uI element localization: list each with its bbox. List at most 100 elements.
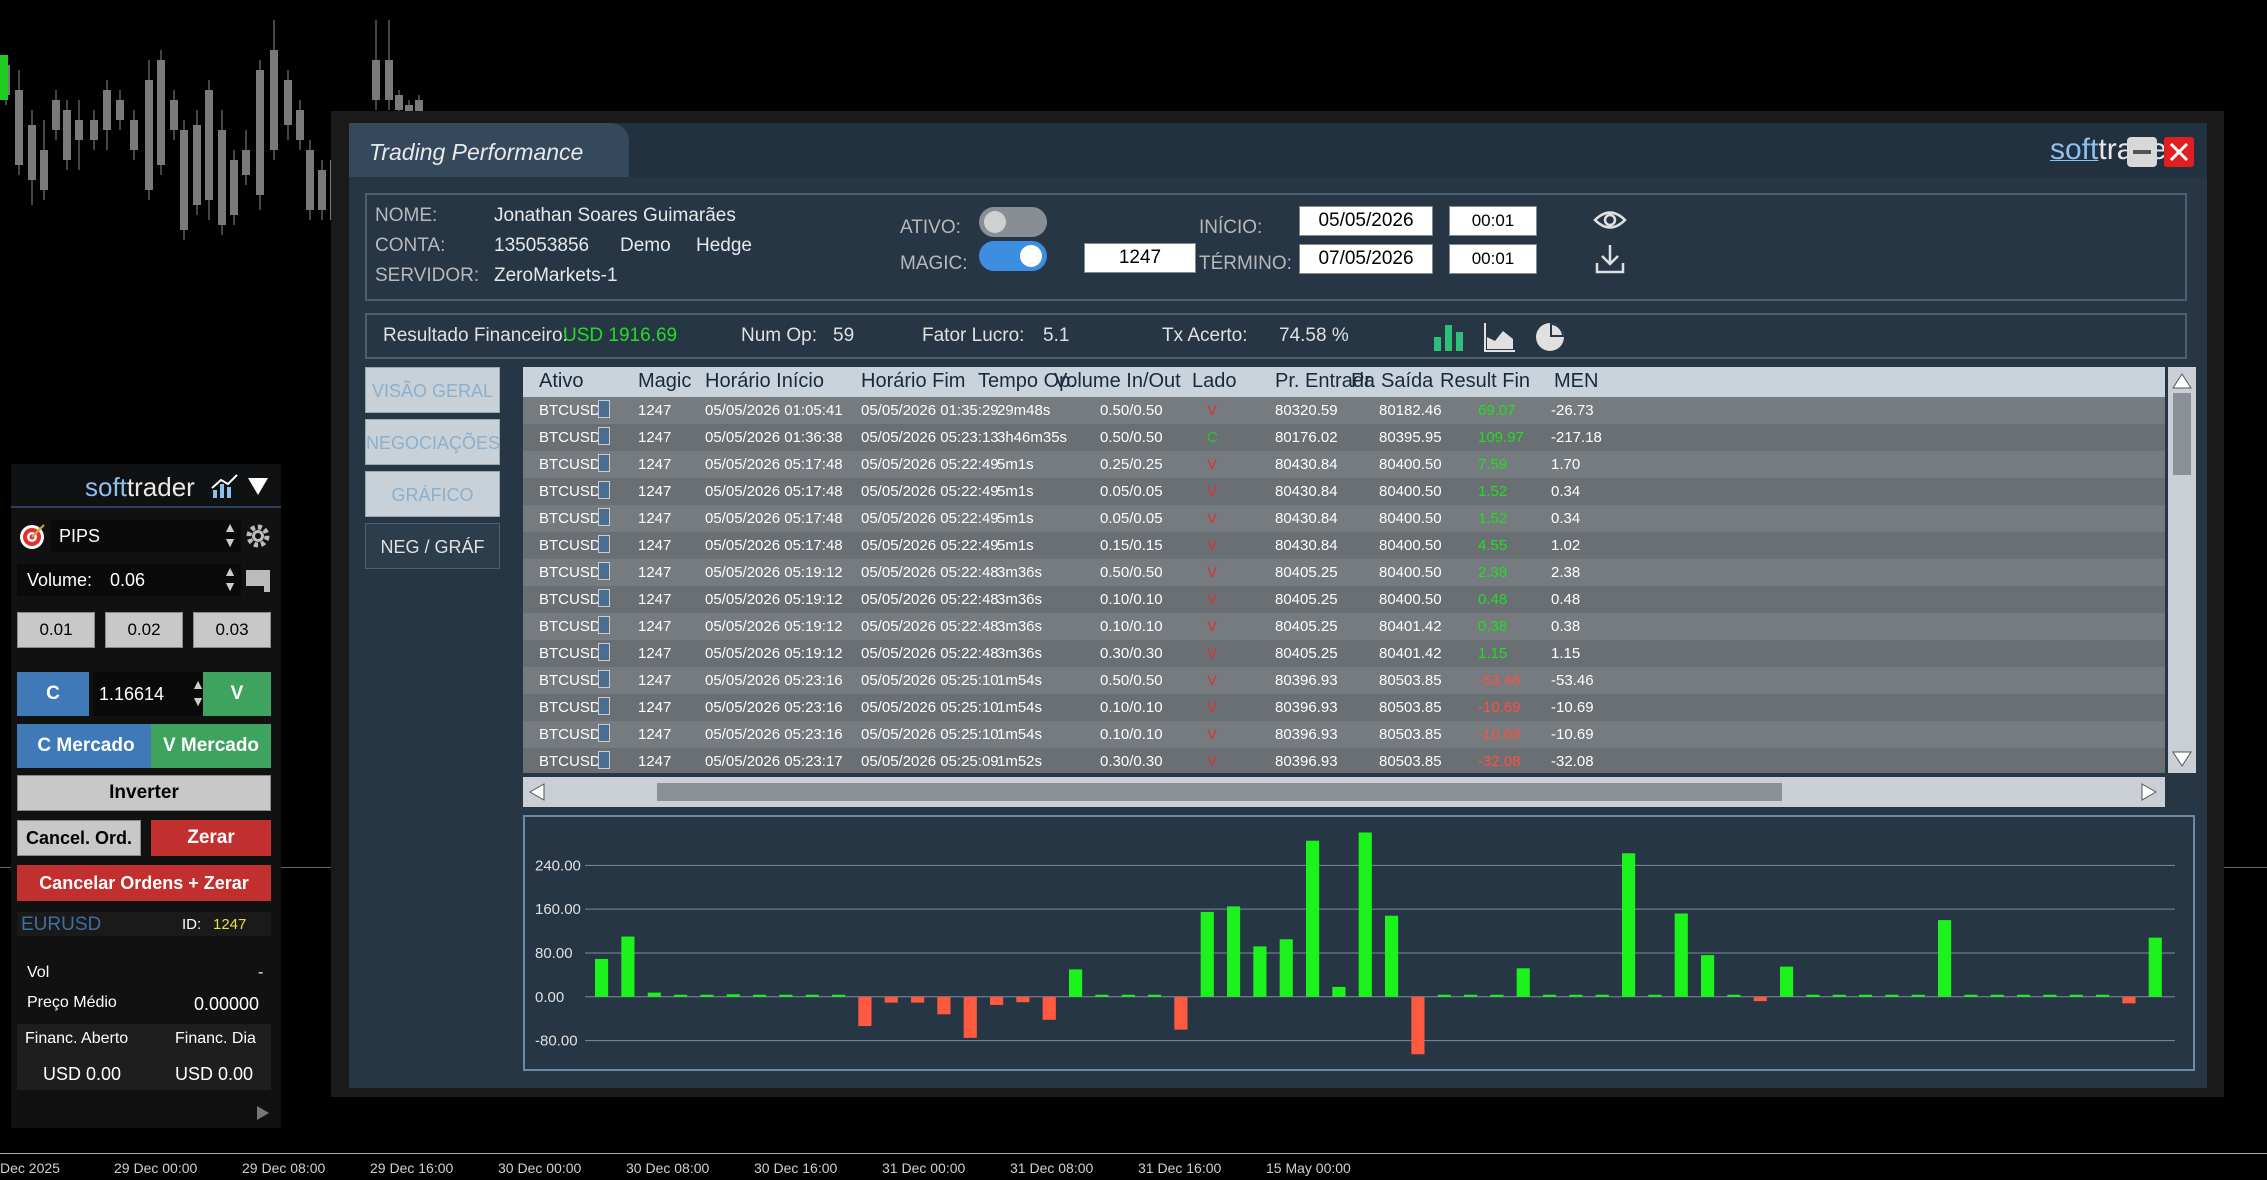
sell-button[interactable]: V [203, 672, 271, 716]
col-header-men[interactable]: MEN [1554, 370, 1598, 393]
vertical-scrollbar[interactable] [2168, 367, 2196, 773]
minimize-button[interactable] [2127, 137, 2157, 167]
collapse-icon[interactable] [247, 476, 269, 496]
hit-rate-label: Tx Acerto: [1162, 325, 1248, 346]
col-header-side[interactable]: Lado [1192, 370, 1237, 393]
cancel-orders-zero-button[interactable]: Cancelar Ordens + Zerar [17, 865, 271, 901]
chart-icon[interactable] [211, 474, 239, 500]
id-value: 1247 [213, 916, 247, 933]
cell-volume: 0.10/0.10 [1100, 699, 1163, 716]
sell-market-button[interactable]: V Mercado [151, 724, 271, 768]
pie-chart-icon[interactable] [1533, 320, 1567, 354]
tab-chart-button[interactable]: GRÁFICO [365, 471, 500, 517]
cell-magic: 1247 [638, 672, 672, 689]
table-row[interactable]: BTCUSD 1247 05/05/2026 05:17:48 05/05/2026 … [523, 505, 2165, 532]
col-header-volume[interactable]: Volume In/Out [1054, 370, 1181, 393]
chart-bar [2096, 994, 2110, 997]
table-row[interactable]: BTCUSD 1247 05/05/2026 01:05:41 05/05/2026 … [523, 397, 2165, 424]
table-row[interactable]: BTCUSD 1247 05/05/2026 05:19:12 05/05/2026 … [523, 613, 2165, 640]
area-chart-icon[interactable] [1483, 321, 1517, 353]
table-row[interactable]: BTCUSD 1247 05/05/2026 05:19:12 05/05/2026 … [523, 559, 2165, 586]
volume-field[interactable]: Volume: 0.06 ▲ ▼ [17, 564, 241, 596]
candle-symbol-icon [598, 616, 610, 634]
chart-bar [1806, 994, 1820, 997]
zero-button[interactable]: Zerar [151, 820, 271, 856]
invert-button[interactable]: Inverter [17, 775, 271, 811]
price-field[interactable]: 1.16614 ▲ ▼ [93, 672, 209, 716]
magic-toggle[interactable] [979, 241, 1047, 271]
cell-magic: 1247 [638, 753, 672, 770]
cell-volume: 0.15/0.15 [1100, 537, 1163, 554]
mode-select[interactable]: PIPS ▲ ▼ [51, 520, 241, 552]
table-body: BTCUSD 1247 05/05/2026 01:05:41 05/05/2026 … [523, 397, 2165, 773]
chart-bar [1832, 994, 1846, 997]
candle-body [385, 60, 393, 100]
name-value: Jonathan Soares Guimarães [494, 205, 736, 226]
tab-trades-button[interactable]: NEGOCIAÇÕES [365, 419, 500, 465]
scroll-down-icon [2172, 751, 2192, 767]
col-header-ativo[interactable]: Ativo [539, 370, 583, 393]
horizontal-scrollbar[interactable] [523, 777, 2165, 807]
chart-bar [1885, 994, 1899, 997]
bar-chart-icon[interactable] [1432, 321, 1466, 353]
monitor-icon[interactable] [244, 568, 272, 594]
table-row[interactable]: BTCUSD 1247 05/05/2026 05:19:12 05/05/2026 … [523, 586, 2165, 613]
start-time-input[interactable]: 00:01 [1449, 206, 1537, 236]
cell-men: -53.46 [1551, 672, 1594, 689]
eye-icon[interactable] [1593, 207, 1627, 233]
col-header-magic[interactable]: Magic [638, 370, 691, 393]
volume-value: 0.06 [110, 570, 146, 590]
table-row[interactable]: BTCUSD 1247 05/05/2026 05:23:16 05/05/2026 … [523, 721, 2165, 748]
cell-exit: 80503.85 [1379, 753, 1442, 770]
table-row[interactable]: BTCUSD 1247 05/05/2026 05:23:17 05/05/2026 … [523, 748, 2165, 773]
chart-bar [2122, 996, 2136, 1004]
cell-start: 05/05/2026 05:17:48 [705, 537, 843, 554]
magic-input[interactable]: 1247 [1084, 243, 1196, 273]
buy-button[interactable]: C [17, 672, 89, 716]
close-button[interactable] [2164, 137, 2194, 167]
col-header-start[interactable]: Horário Início [705, 370, 824, 393]
cell-result: 4.55 [1478, 537, 1508, 554]
table-row[interactable]: BTCUSD 1247 05/05/2026 05:17:48 05/05/2026 … [523, 478, 2165, 505]
cancel-orders-button[interactable]: Cancel. Ord. [17, 820, 141, 856]
account-type: Demo [620, 235, 671, 256]
gear-icon[interactable] [244, 522, 272, 550]
lot-button-0.01[interactable]: 0.01 [17, 612, 95, 648]
tab-trades-chart-button[interactable]: NEG / GRÁF [365, 523, 500, 569]
table-row[interactable]: BTCUSD 1247 05/05/2026 01:36:38 05/05/2026 … [523, 424, 2165, 451]
lot-button-0.02[interactable]: 0.02 [105, 612, 183, 648]
col-header-result[interactable]: Result Fin [1440, 370, 1530, 393]
chart-bar [1622, 853, 1636, 997]
cell-men: 1.02 [1551, 537, 1581, 554]
cell-volume: 0.50/0.50 [1100, 672, 1163, 689]
col-header-exit-price[interactable]: Pr. Saída [1351, 370, 1433, 393]
cell-duration: 1m54s [997, 672, 1043, 689]
buy-market-button[interactable]: C Mercado [17, 724, 155, 768]
table-row[interactable]: BTCUSD 1247 05/05/2026 05:23:16 05/05/2026 … [523, 667, 2165, 694]
table-header: Ativo Magic Horário Início Horário Fim T… [523, 367, 2165, 397]
table-row[interactable]: BTCUSD 1247 05/05/2026 05:17:48 05/05/2026 … [523, 451, 2165, 478]
end-time-input[interactable]: 00:01 [1449, 244, 1537, 274]
cell-symbol: BTCUSD [539, 618, 601, 635]
download-icon[interactable] [1595, 243, 1625, 275]
table-row[interactable]: BTCUSD 1247 05/05/2026 05:23:16 05/05/2026 … [523, 694, 2165, 721]
expand-arrow-icon[interactable] [255, 1104, 271, 1122]
day-fin-value: USD 0.00 [175, 1064, 254, 1084]
cell-volume: 0.10/0.10 [1100, 726, 1163, 743]
table-row[interactable]: BTCUSD 1247 05/05/2026 05:17:48 05/05/2026 … [523, 532, 2165, 559]
end-date-input[interactable]: 07/05/2026 [1299, 244, 1433, 274]
time-label: 15 May 00:00 [1266, 1160, 1351, 1176]
col-header-end[interactable]: Horário Fim [861, 370, 965, 393]
cell-duration: 1m52s [997, 753, 1043, 770]
cell-result: 109.97 [1478, 429, 1524, 446]
cell-result: 1.52 [1478, 483, 1508, 500]
start-date-input[interactable]: 05/05/2026 [1299, 206, 1433, 236]
ativo-toggle[interactable] [979, 207, 1047, 237]
cell-result: 0.48 [1478, 591, 1508, 608]
window-frame: Trading Performance softtrader NOME: Jon… [349, 123, 2207, 1088]
table-row[interactable]: BTCUSD 1247 05/05/2026 05:19:12 05/05/2026 … [523, 640, 2165, 667]
candle-body [63, 110, 71, 160]
cell-end: 05/05/2026 05:22:49 [861, 456, 999, 473]
tab-overview-button[interactable]: VISÃO GERAL [365, 367, 500, 413]
lot-button-0.03[interactable]: 0.03 [193, 612, 271, 648]
